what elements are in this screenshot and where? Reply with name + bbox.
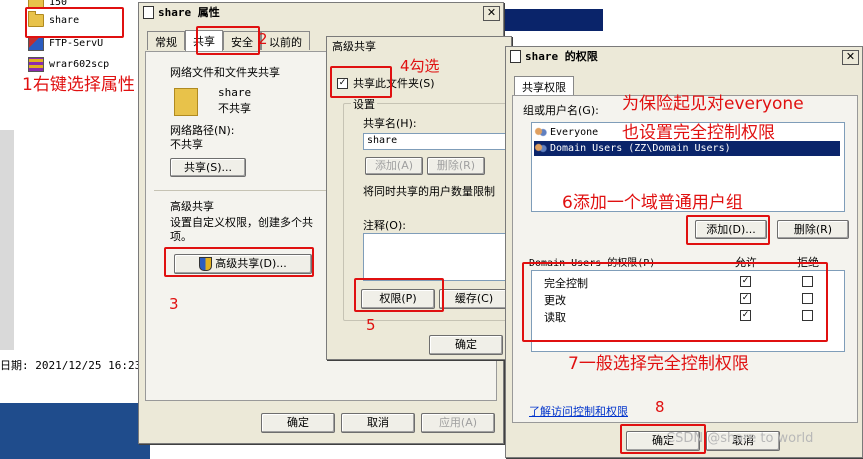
annotation-box-add-button: [686, 215, 770, 245]
annotation-box-sharing-tab: [196, 26, 260, 55]
remove-user-button[interactable]: 删除(R): [777, 220, 849, 239]
share-button[interactable]: 共享(S)...: [170, 158, 246, 177]
user-limit-text: 将同时共享的用户数量限制: [363, 185, 495, 198]
annotation-step-8: 8: [655, 398, 665, 416]
net-section-title: 网络文件和文件夹共享: [170, 66, 280, 79]
adv-section-title: 高级共享: [170, 200, 214, 213]
users-icon: [534, 126, 547, 138]
explorer-scroll-gutter: [0, 130, 14, 350]
annotation-box-permissions-button: [354, 278, 444, 312]
users-icon: [534, 142, 547, 154]
close-icon[interactable]: ✕: [483, 6, 500, 21]
permissions-titlebar: share 的权限: [506, 47, 862, 65]
folder-icon: [174, 88, 198, 116]
comment-input[interactable]: [363, 233, 508, 281]
annotation-step-4: 4勾选: [400, 57, 440, 75]
list-item-everyone[interactable]: Everyone: [534, 125, 598, 140]
tab-share-permissions[interactable]: 共享权限: [514, 76, 574, 97]
annotation-box-advanced-button: [164, 247, 314, 277]
advanced-ok-button[interactable]: 确定: [429, 335, 503, 355]
list-item-domain-users[interactable]: Domain Users (ZZ\Domain Users): [534, 141, 840, 156]
file-date-line: 日期: 2021/12/25 16:23: [0, 359, 142, 372]
comment-label: 注释(O):: [363, 219, 406, 232]
desktop-background: [0, 403, 150, 459]
share-name-input[interactable]: share: [363, 133, 508, 150]
properties-titlebar: share 属性: [139, 3, 503, 21]
apply-button[interactable]: 应用(A): [421, 413, 495, 433]
ok-button[interactable]: 确定: [261, 413, 335, 433]
annotation-step-6: 6添加一个域普通用户组: [562, 193, 743, 213]
net-path-value: 不共享: [170, 138, 203, 151]
folder-icon: [510, 49, 521, 63]
access-control-help-link[interactable]: 了解访问控制和权限: [529, 403, 628, 419]
tab-general[interactable]: 常规: [147, 31, 185, 50]
adv-desc: 项。: [170, 230, 192, 243]
background-window-titlebar: [503, 9, 603, 31]
annotation-step-3: 3: [169, 295, 179, 313]
group-users-label: 组或用户名(G):: [523, 104, 599, 117]
caching-button[interactable]: 缓存(C): [439, 289, 509, 309]
advanced-sharing-titlebar: 高级共享: [332, 40, 376, 53]
close-icon[interactable]: ✕: [842, 50, 859, 65]
annotation-step-5: 5: [366, 316, 376, 334]
add-share-name-button[interactable]: 添加(A): [365, 157, 423, 175]
folder-icon: [143, 5, 154, 19]
annotation-step-2: 2: [258, 30, 268, 48]
annotation-box-share: [25, 7, 124, 38]
explorer-pane: 150 share FTP-ServU wrar602scp: [0, 0, 150, 459]
annotation-everyone-note: 为保险起见对everyone: [622, 94, 804, 114]
folder-status: 不共享: [218, 102, 251, 115]
annotation-step-1: 1右键选择属性: [22, 75, 135, 95]
watermark: CSDN @share to world: [666, 431, 814, 446]
settings-group-label: 设置: [351, 96, 377, 112]
cancel-button[interactable]: 取消: [341, 413, 415, 433]
tab-previous[interactable]: 以前的: [261, 31, 310, 50]
annotation-box-permissions-list: [522, 262, 828, 342]
folder-name: share: [218, 86, 252, 99]
annotation-everyone-note: 也设置完全控制权限: [622, 123, 775, 143]
share-name-label: 共享名(H):: [363, 117, 417, 130]
remove-share-name-button[interactable]: 删除(R): [427, 157, 485, 175]
annotation-step-7: 7一般选择完全控制权限: [568, 354, 749, 374]
annotation-box-checkbox: [330, 66, 392, 98]
